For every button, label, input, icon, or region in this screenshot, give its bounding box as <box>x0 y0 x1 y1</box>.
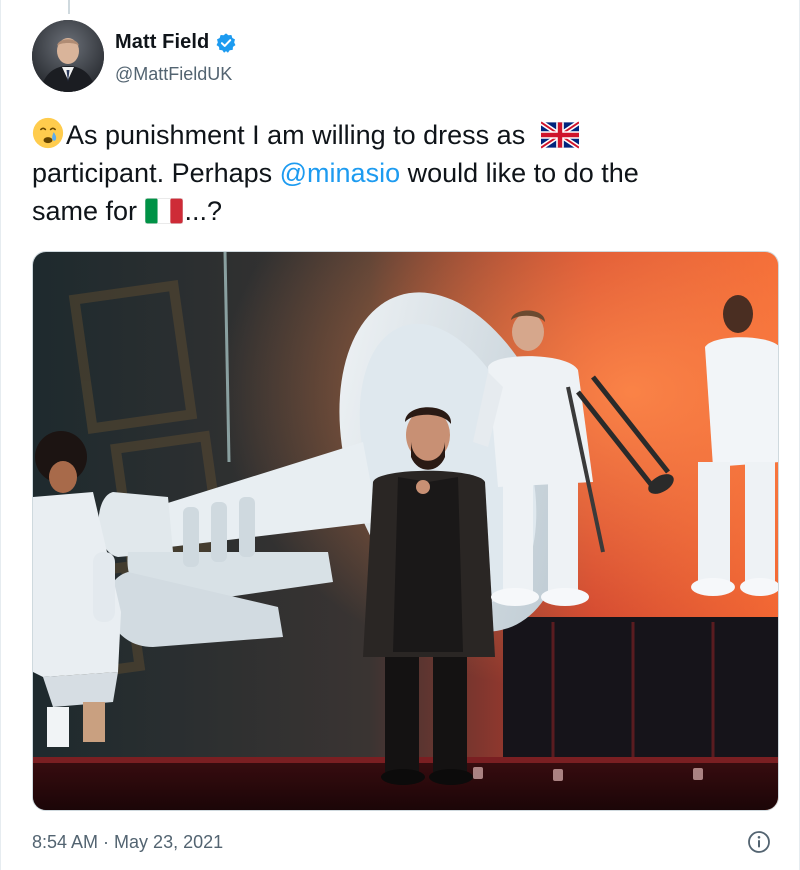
tweet-text: As punishment I am willing to dress as p… <box>32 116 772 230</box>
tweet-text-segment-5: ...? <box>184 196 223 226</box>
tweet-time[interactable]: 8:54 AM <box>32 832 98 852</box>
crying-face-emoji-icon <box>32 117 64 149</box>
uk-flag-emoji-icon <box>540 121 579 149</box>
photo-stage-performance-icon <box>33 252 778 810</box>
author-handle[interactable]: @MattFieldUK <box>115 64 232 85</box>
tweet-text-segment-1: As punishment I am willing to dress as <box>66 120 526 150</box>
thread-connector-line <box>68 0 70 14</box>
tweet-text-segment-3: would like to do the <box>400 158 639 188</box>
tweet-text-segment-4: same for <box>32 196 145 226</box>
tweet-media-photo[interactable] <box>32 251 779 811</box>
tweet-text-line-2: participant. Perhaps @minasio would like… <box>32 154 772 192</box>
profile-photo-icon <box>32 20 104 92</box>
display-name[interactable]: Matt Field <box>115 31 209 54</box>
tweet-text-line-1: As punishment I am willing to dress as <box>32 116 772 154</box>
tweet-card: Matt Field @MattFieldUK As punishment I … <box>0 0 800 870</box>
mention-link[interactable]: @minasio <box>280 158 400 188</box>
verified-badge-icon <box>216 32 236 53</box>
tweet-text-line-3: same for ...? <box>32 192 772 230</box>
italy-flag-emoji-icon <box>144 198 183 224</box>
avatar[interactable] <box>32 20 104 92</box>
tweet-timestamp[interactable]: 8:54 AM · May 23, 2021 <box>32 832 223 853</box>
tweet-text-segment-2: participant. Perhaps <box>32 158 280 188</box>
tweet-date[interactable]: May 23, 2021 <box>114 832 223 852</box>
timestamp-separator: · <box>98 832 115 852</box>
author-name-row[interactable]: Matt Field <box>115 31 237 54</box>
info-icon[interactable] <box>747 830 771 854</box>
